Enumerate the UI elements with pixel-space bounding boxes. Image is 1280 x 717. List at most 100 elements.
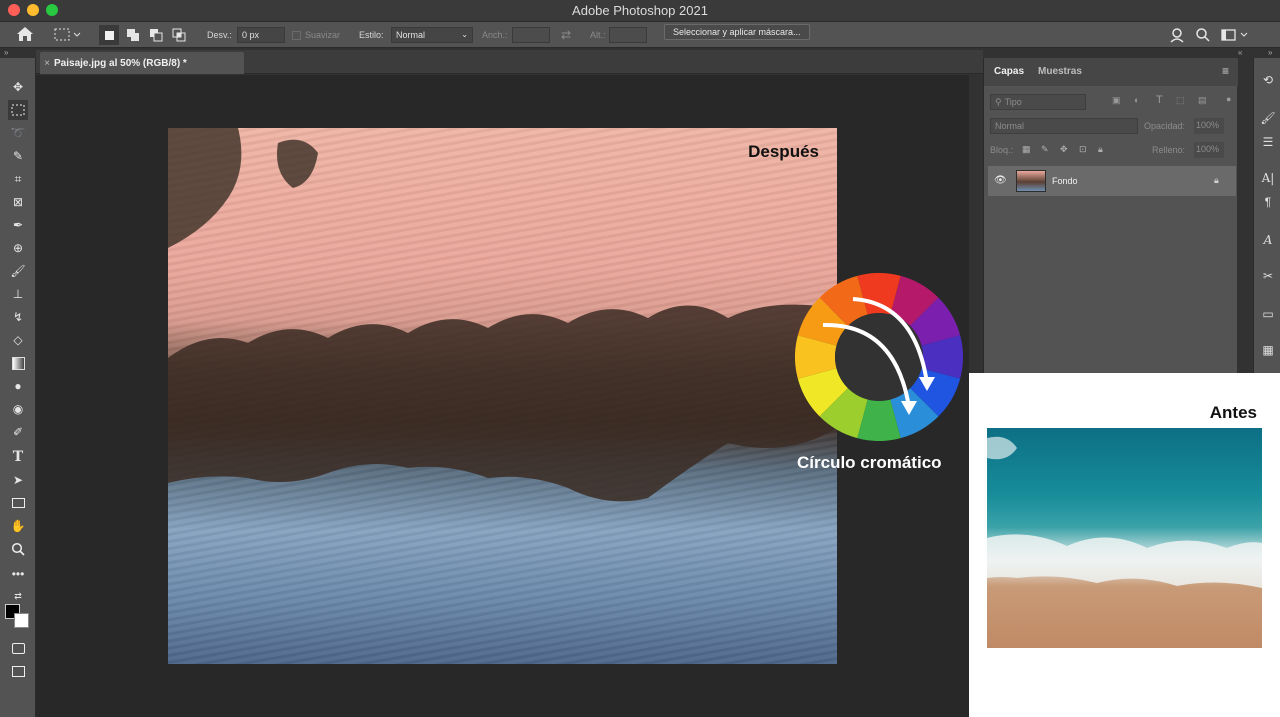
feather-input[interactable]: 0 px — [237, 27, 285, 43]
crop-tool-icon[interactable]: ⌗ — [8, 169, 28, 189]
blur-tool-icon[interactable]: ● — [8, 376, 28, 396]
paragraph-icon[interactable]: ¶ — [1260, 194, 1276, 210]
tab-layers[interactable]: Capas — [994, 66, 1024, 77]
eraser-tool-icon[interactable]: ◇ — [8, 330, 28, 350]
wave-foam-shape — [987, 436, 1262, 588]
adjustment-filter-icon[interactable]: ◐ — [1134, 95, 1139, 105]
lock-artboard-icon[interactable]: ⊡ — [1079, 144, 1087, 155]
document-title: Paisaje.jpg al 50% (RGB/8) * — [54, 57, 187, 69]
clone-stamp-tool-icon[interactable]: ⊥ — [8, 284, 28, 304]
lock-transparency-icon[interactable]: ▦ — [1022, 144, 1031, 155]
type-filter-icon[interactable]: T — [1156, 94, 1163, 106]
style-value: Normal — [396, 30, 426, 40]
workspace-icon[interactable] — [1221, 27, 1249, 43]
image-filter-icon[interactable]: ▣ — [1112, 95, 1121, 106]
style-label: Estilo: — [359, 30, 384, 40]
opacity-input[interactable]: 100% — [1194, 118, 1224, 134]
lock-all-icon[interactable]: 🔒︎ — [1098, 144, 1103, 155]
zoom-tool-icon[interactable] — [8, 539, 28, 559]
history-brush-tool-icon[interactable]: ↯ — [8, 307, 28, 327]
photoshop-window: Adobe Photoshop 2021 Desv.: 0 px Suaviza… — [0, 0, 1280, 717]
before-overlay: Antes — [969, 373, 1280, 717]
quick-mask-icon[interactable] — [8, 638, 28, 658]
height-label: Alt.: — [590, 30, 606, 40]
filter-toggle-icon[interactable]: ● — [1226, 94, 1231, 104]
opacity-label: Opacidad: — [1144, 121, 1186, 131]
document-tab[interactable]: × Paisaje.jpg al 50% (RGB/8) * — [40, 52, 244, 74]
eyedropper-tool-icon[interactable]: ✒ — [8, 215, 28, 235]
history-icon[interactable]: ⟲ — [1260, 72, 1276, 88]
width-label: Anch.: — [482, 30, 508, 40]
lasso-tool-icon[interactable]: ➰ — [8, 123, 28, 143]
layer-name: Fondo — [1052, 176, 1078, 186]
close-document-icon[interactable]: × — [40, 58, 54, 69]
layer-lock-icon: 🔒︎ — [1214, 175, 1219, 185]
collapse-panels-icon[interactable]: « — [1238, 48, 1242, 58]
background-color-swatch[interactable] — [14, 613, 29, 628]
type-tool-icon[interactable]: T — [8, 447, 28, 467]
dodge-tool-icon[interactable]: ◉ — [8, 399, 28, 419]
layer-row[interactable]: 👁︎ Fondo 🔒︎ — [988, 166, 1236, 196]
add-to-selection-icon[interactable] — [126, 27, 140, 43]
pen-tool-icon[interactable]: ✐ — [8, 422, 28, 442]
fill-input[interactable]: 100% — [1194, 142, 1224, 158]
tool-presets-icon[interactable]: ✂ — [1260, 268, 1276, 284]
character-icon[interactable]: A| — [1260, 170, 1276, 186]
move-tool-icon[interactable]: ✥ — [8, 77, 28, 97]
quick-selection-tool-icon[interactable]: ✎ — [8, 146, 28, 166]
lock-position-icon[interactable]: ✥ — [1060, 144, 1068, 155]
lock-pixels-icon[interactable]: ✎ — [1041, 144, 1049, 155]
intersect-selection-icon[interactable] — [172, 27, 186, 43]
gradient-tool-icon[interactable] — [8, 353, 28, 373]
filter-type-select[interactable]: ⚲ Tipo — [990, 94, 1086, 110]
width-input[interactable] — [512, 27, 550, 43]
rectangular-marquee-tool-icon[interactable] — [8, 100, 28, 120]
new-selection-icon[interactable] — [99, 25, 119, 45]
vegetation-shape — [168, 128, 837, 502]
screen-mode-icon[interactable] — [8, 661, 28, 681]
marquee-tool-preset-icon[interactable] — [54, 27, 82, 43]
edited-landscape-image[interactable]: Después — [168, 128, 837, 664]
antialias-label: Suavizar — [305, 30, 341, 40]
shape-filter-icon[interactable]: ⬚ — [1176, 95, 1185, 106]
swap-dimensions-icon[interactable]: ⇄ — [561, 27, 571, 43]
style-select[interactable]: Normal ⌄ — [391, 27, 473, 43]
title-bar: Adobe Photoshop 2021 — [0, 0, 1280, 22]
antialias-checkbox[interactable]: Suavizar — [292, 27, 340, 43]
frame-tool-icon[interactable]: ⊠ — [8, 192, 28, 212]
smart-object-filter-icon[interactable]: ▤ — [1198, 95, 1207, 106]
height-input[interactable] — [609, 27, 647, 43]
lock-row: Bloq.: ▦ ✎ ✥ ⊡ 🔒︎ Relleno: 100% — [988, 140, 1234, 162]
glyphs-icon[interactable]: A — [1260, 232, 1276, 248]
feather-label: Desv.: — [207, 30, 232, 40]
document-tab-bar: × Paisaje.jpg al 50% (RGB/8) * — [36, 50, 983, 74]
tab-swatches[interactable]: Muestras — [1038, 66, 1082, 77]
more-tools-icon[interactable]: ••• — [8, 564, 28, 584]
path-selection-tool-icon[interactable]: ➤ — [8, 470, 28, 490]
blend-mode-select[interactable]: Normal — [990, 118, 1138, 134]
brush-settings-icon[interactable]: 🖌 — [1260, 110, 1276, 126]
filter-type-placeholder: Tipo — [1004, 97, 1022, 107]
subtract-from-selection-icon[interactable] — [149, 27, 163, 43]
patterns-icon[interactable]: ▦ — [1260, 342, 1276, 358]
healing-brush-tool-icon[interactable]: ⊕ — [8, 238, 28, 258]
swap-colors-icon[interactable]: ⇄ — [8, 586, 28, 606]
rectangle-tool-icon[interactable] — [8, 493, 28, 513]
collapse-toolbar-icon[interactable]: » — [4, 48, 8, 58]
home-icon[interactable] — [16, 26, 34, 42]
gradients-icon[interactable]: ▭ — [1260, 306, 1276, 322]
brush-tool-icon[interactable]: 🖌 — [8, 261, 28, 281]
search-icon[interactable] — [1195, 27, 1211, 43]
select-and-mask-button[interactable]: Seleccionar y aplicar máscara... — [664, 24, 810, 40]
lock-label: Bloq.: — [990, 145, 1014, 155]
adjustments-icon[interactable]: ☰ — [1260, 134, 1276, 150]
original-beach-image — [987, 428, 1262, 648]
eye-icon[interactable]: 👁︎ — [994, 175, 1007, 186]
panel-menu-icon[interactable]: ≡ — [1222, 64, 1229, 78]
search-icon: ⚲ — [995, 96, 1002, 107]
hand-tool-icon[interactable]: ✋ — [8, 516, 28, 536]
color-wheel-label: Círculo cromático — [797, 453, 942, 472]
expand-panels-icon[interactable]: » — [1268, 48, 1272, 58]
user-icon[interactable] — [1170, 27, 1186, 43]
tools-panel: ✥ ➰ ✎ ⌗ ⊠ ✒ ⊕ 🖌 ⊥ ↯ ◇ ● ◉ ✐ T ➤ ✋ ••• ⇄ — [0, 58, 36, 717]
